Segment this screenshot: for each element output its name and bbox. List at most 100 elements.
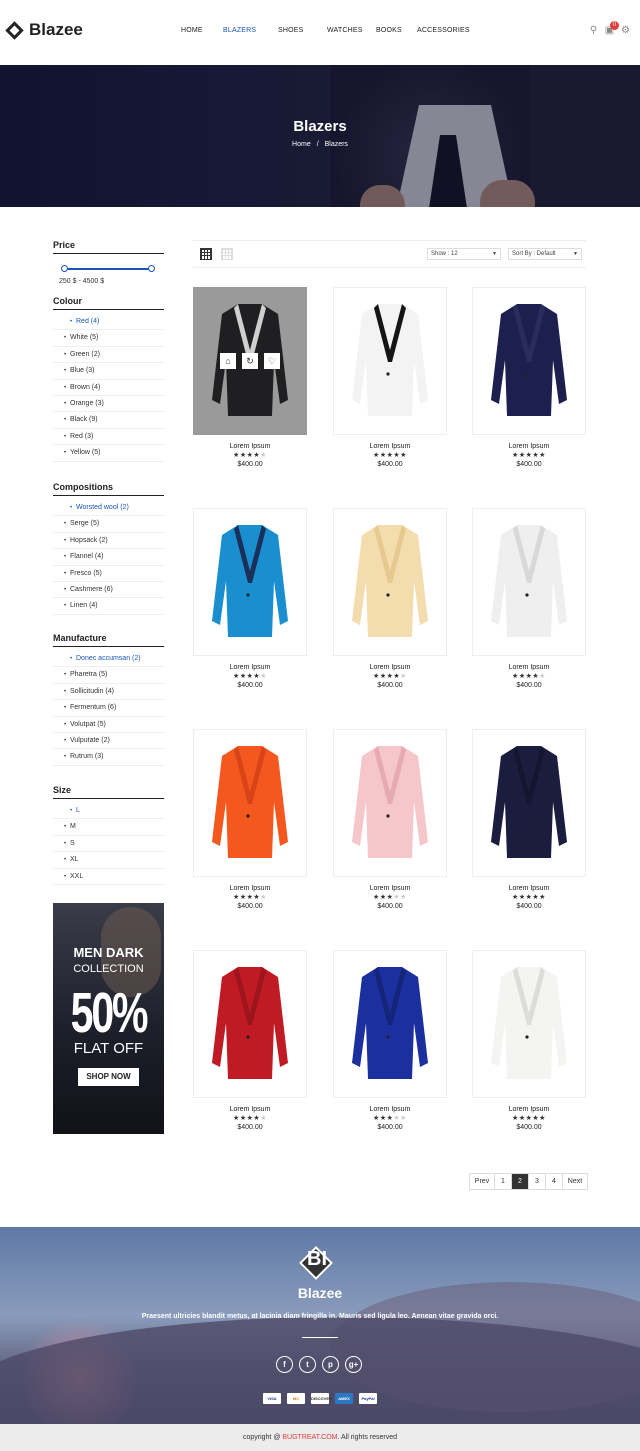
- manufacture-item[interactable]: Pharetra (5): [53, 667, 164, 684]
- product-card[interactable]: Lorem Ipsum ★★★★★ $400.00: [472, 729, 586, 910]
- page-4[interactable]: 4: [546, 1174, 563, 1189]
- price-min-handle[interactable]: [61, 265, 68, 272]
- composition-item[interactable]: Hopsack (2): [53, 533, 164, 550]
- manufacture-item[interactable]: Donec accumsan (2): [53, 651, 164, 668]
- colour-item[interactable]: Red (3): [53, 429, 164, 446]
- colour-item-label: Red (4): [76, 318, 100, 325]
- manufacture-item[interactable]: Sollicitudin (4): [53, 684, 164, 701]
- product-name[interactable]: Lorem Ipsum: [472, 443, 586, 450]
- colour-item[interactable]: Brown (4): [53, 380, 164, 396]
- grid-view-icon[interactable]: [200, 248, 212, 260]
- product-name[interactable]: Lorem Ipsum: [193, 1106, 307, 1113]
- composition-item[interactable]: Worsted wool (2): [53, 500, 164, 517]
- google-plus-icon[interactable]: g+: [345, 1356, 362, 1373]
- composition-item[interactable]: Linen (4): [53, 598, 164, 615]
- list-view-icon[interactable]: [221, 248, 233, 260]
- product-card[interactable]: Lorem Ipsum ★★★★★ $400.00: [333, 950, 447, 1131]
- product-name[interactable]: Lorem Ipsum: [472, 885, 586, 892]
- product-image[interactable]: [333, 729, 447, 877]
- product-name[interactable]: Lorem Ipsum: [472, 664, 586, 671]
- manufacture-item[interactable]: Vulputate (2): [53, 733, 164, 750]
- product-card[interactable]: Lorem Ipsum ★★★★★ $400.00: [472, 287, 586, 468]
- page-next[interactable]: Next: [563, 1174, 587, 1189]
- product-image[interactable]: [193, 508, 307, 656]
- product-card[interactable]: Lorem Ipsum ★★★★★ $400.00: [193, 950, 307, 1131]
- product-image[interactable]: [333, 287, 447, 435]
- product-card[interactable]: Lorem Ipsum ★★★★★ $400.00: [193, 729, 307, 910]
- product-card[interactable]: Lorem Ipsum ★★★★★ $400.00: [333, 729, 447, 910]
- pinterest-icon[interactable]: p: [322, 1356, 339, 1373]
- shop-now-button[interactable]: SHOP NOW: [78, 1068, 139, 1086]
- twitter-icon[interactable]: t: [299, 1356, 316, 1373]
- product-card[interactable]: ⌂ ↻ ♡ Lorem Ipsum ★★★★★ $400.00: [193, 287, 307, 468]
- page-prev[interactable]: Prev: [470, 1174, 495, 1189]
- product-name[interactable]: Lorem Ipsum: [333, 443, 447, 450]
- size-item[interactable]: S: [53, 836, 164, 853]
- breadcrumb-home[interactable]: Home: [292, 141, 311, 148]
- product-card[interactable]: Lorem Ipsum ★★★★★ $400.00: [472, 950, 586, 1131]
- product-image[interactable]: [472, 287, 586, 435]
- product-image[interactable]: [472, 508, 586, 656]
- product-image[interactable]: [472, 729, 586, 877]
- composition-item[interactable]: Serge (5): [53, 516, 164, 533]
- nav-accessories[interactable]: ACCESSORIES: [417, 27, 470, 34]
- size-item[interactable]: L: [53, 803, 164, 820]
- product-card[interactable]: Lorem Ipsum ★★★★★ $400.00: [193, 508, 307, 689]
- size-item[interactable]: M: [53, 819, 164, 836]
- product-image[interactable]: [193, 729, 307, 877]
- product-image[interactable]: ⌂ ↻ ♡: [193, 287, 307, 435]
- product-card[interactable]: Lorem Ipsum ★★★★★ $400.00: [472, 508, 586, 689]
- manufacture-item[interactable]: Rutrum (3): [53, 749, 164, 766]
- product-name[interactable]: Lorem Ipsum: [333, 664, 447, 671]
- nav-blazers[interactable]: BLAZERS: [223, 27, 278, 34]
- manufacture-item[interactable]: Fermentum (6): [53, 700, 164, 717]
- gear-icon[interactable]: ⚙: [620, 25, 631, 36]
- nav-books[interactable]: BOOKS: [376, 27, 417, 34]
- product-image[interactable]: [193, 950, 307, 1098]
- product-image[interactable]: [472, 950, 586, 1098]
- add-to-cart-icon[interactable]: ⌂: [220, 353, 236, 369]
- product-name[interactable]: Lorem Ipsum: [472, 1106, 586, 1113]
- wishlist-icon[interactable]: ♡: [264, 353, 280, 369]
- promo-banner[interactable]: MEN DARK COLLECTION 50% FLAT OFF SHOP NO…: [53, 903, 164, 1134]
- manufacture-item[interactable]: Volutpat (5): [53, 717, 164, 733]
- colour-item[interactable]: Yellow (5): [53, 445, 164, 462]
- show-select[interactable]: Show : 12 ▼: [427, 248, 501, 260]
- page-1[interactable]: 1: [495, 1174, 512, 1189]
- cart-icon[interactable]: ▣ 0: [604, 21, 619, 36]
- page-2[interactable]: 2: [512, 1174, 529, 1189]
- product-name[interactable]: Lorem Ipsum: [333, 885, 447, 892]
- nav-home[interactable]: HOME: [181, 27, 223, 34]
- colour-item[interactable]: Red (4): [53, 314, 164, 331]
- facebook-icon[interactable]: f: [276, 1356, 293, 1373]
- product-name[interactable]: Lorem Ipsum: [193, 885, 307, 892]
- composition-item[interactable]: Fresco (5): [53, 566, 164, 582]
- product-name[interactable]: Lorem Ipsum: [193, 443, 307, 450]
- colour-item[interactable]: Blue (3): [53, 363, 164, 380]
- compare-icon[interactable]: ↻: [242, 353, 258, 369]
- product-image[interactable]: [333, 950, 447, 1098]
- price-max-handle[interactable]: [148, 265, 155, 272]
- search-icon[interactable]: ⚲: [588, 25, 599, 36]
- size-item[interactable]: XXL: [53, 869, 164, 885]
- product-name[interactable]: Lorem Ipsum: [333, 1106, 447, 1113]
- product-name[interactable]: Lorem Ipsum: [193, 664, 307, 671]
- product-price: $400.00: [237, 903, 263, 910]
- colour-item[interactable]: White (5): [53, 330, 164, 347]
- page-3[interactable]: 3: [529, 1174, 546, 1189]
- product-card[interactable]: Lorem Ipsum ★★★★★ $400.00: [333, 508, 447, 689]
- product-card[interactable]: Lorem Ipsum ★★★★★ $400.00: [333, 287, 447, 468]
- product-image[interactable]: [333, 508, 447, 656]
- logo[interactable]: Blazee: [5, 20, 83, 40]
- size-item[interactable]: XL: [53, 852, 164, 869]
- colour-item[interactable]: Green (2): [53, 347, 164, 364]
- copyright-brand-link[interactable]: BUGTREAT.COM: [282, 1434, 337, 1441]
- price-slider[interactable]: [53, 263, 164, 275]
- nav-shoes[interactable]: SHOES: [278, 27, 327, 34]
- sort-select[interactable]: Sort By : Default ▼: [508, 248, 582, 260]
- colour-item[interactable]: Orange (3): [53, 396, 164, 413]
- nav-watches[interactable]: WATCHES: [327, 27, 376, 34]
- colour-item[interactable]: Black (9): [53, 412, 164, 429]
- composition-item[interactable]: Cashmere (6): [53, 582, 164, 599]
- composition-item[interactable]: Flannel (4): [53, 549, 164, 566]
